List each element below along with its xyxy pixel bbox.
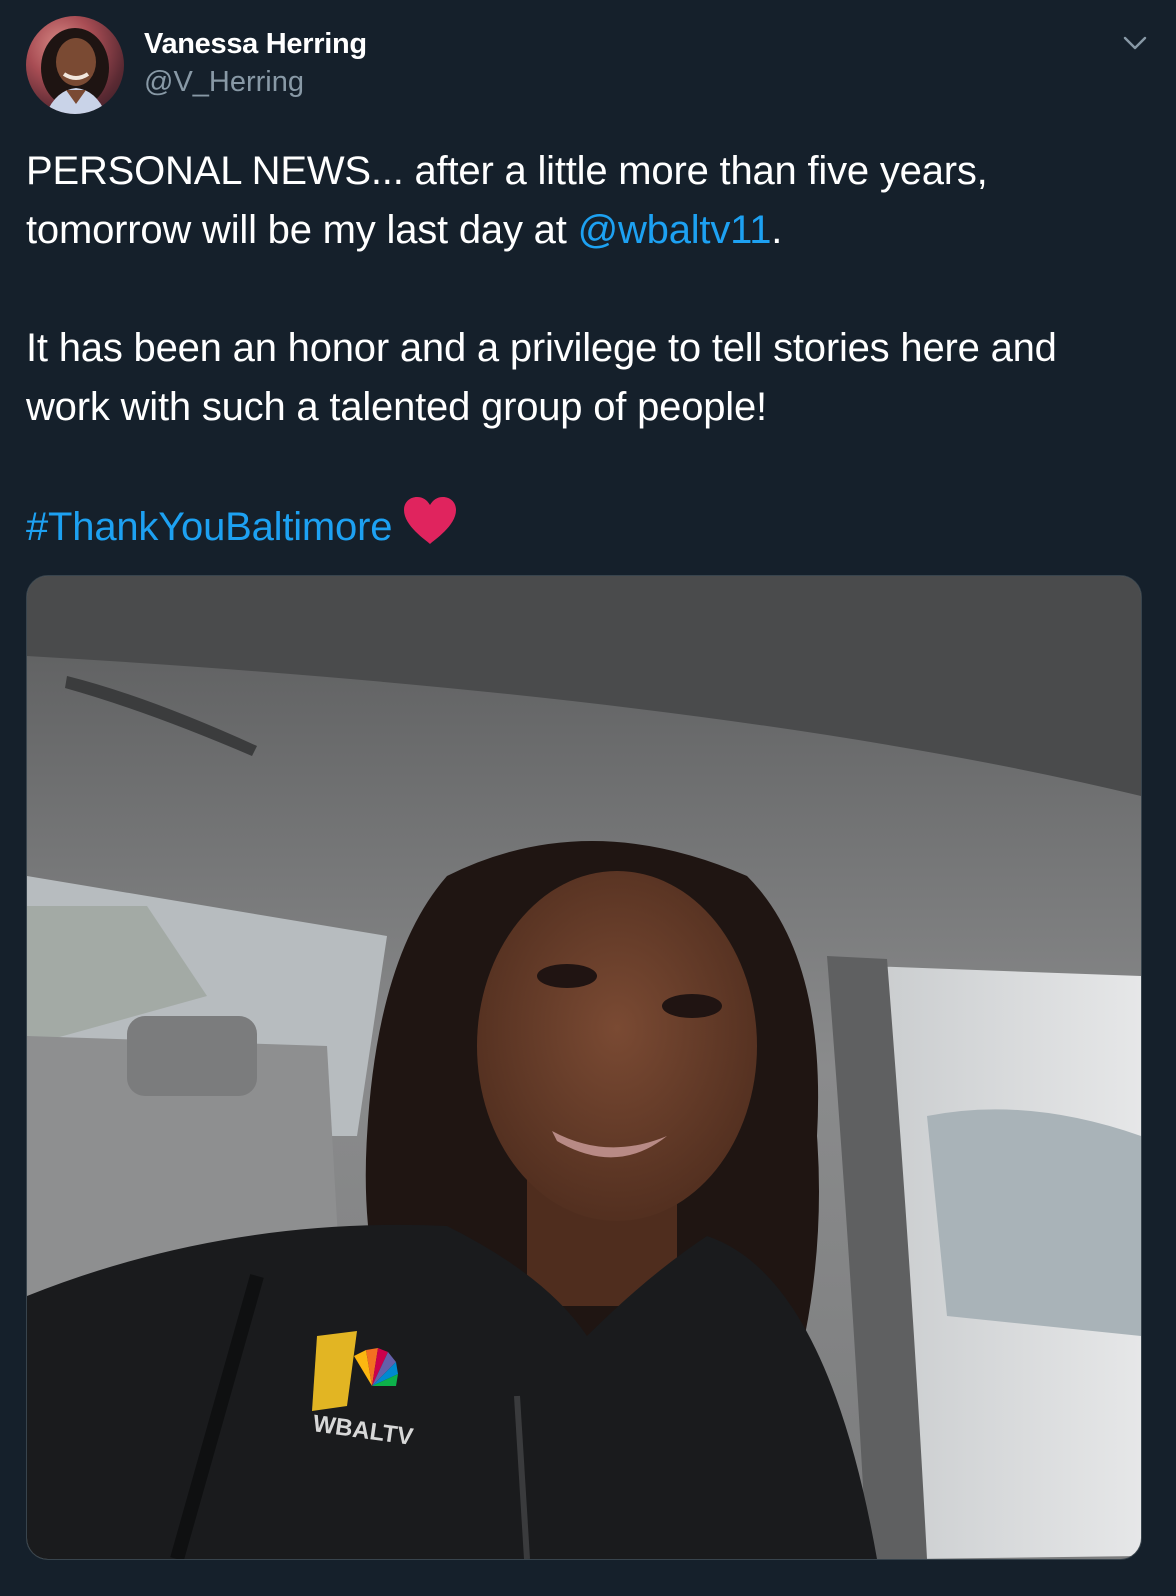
- tweet-paragraph-3: #ThankYouBaltimore: [26, 496, 1146, 557]
- tweet-header: Vanessa Herring @V_Herring: [0, 0, 1176, 130]
- chevron-down-icon[interactable]: [1120, 28, 1150, 58]
- heart-icon: [402, 496, 458, 546]
- tweet-text: PERSONAL NEWS... after a little more tha…: [26, 142, 1146, 557]
- selfie-in-car-image: WBALTV: [27, 576, 1141, 1559]
- display-name[interactable]: Vanessa Herring: [144, 26, 367, 62]
- avatar[interactable]: [26, 16, 124, 114]
- user-handle[interactable]: @V_Herring: [144, 64, 367, 100]
- tweet-paragraph-2: It has been an honor and a privilege to …: [26, 326, 1057, 429]
- tweet-text-segment: .: [771, 208, 783, 252]
- tweet-card: Vanessa Herring @V_Herring PERSONAL NEWS…: [0, 0, 1176, 1596]
- hashtag-link[interactable]: #ThankYouBaltimore: [26, 505, 392, 549]
- mention-link[interactable]: @wbaltv11: [578, 208, 772, 252]
- user-block: Vanessa Herring @V_Herring: [144, 26, 367, 100]
- avatar-portrait-icon: [41, 28, 109, 114]
- tweet-paragraph-1: PERSONAL NEWS... after a little more tha…: [26, 142, 1146, 260]
- tweet-text-segment: PERSONAL NEWS... after a little more tha…: [26, 149, 988, 252]
- tweet-photo[interactable]: WBALTV: [26, 575, 1142, 1560]
